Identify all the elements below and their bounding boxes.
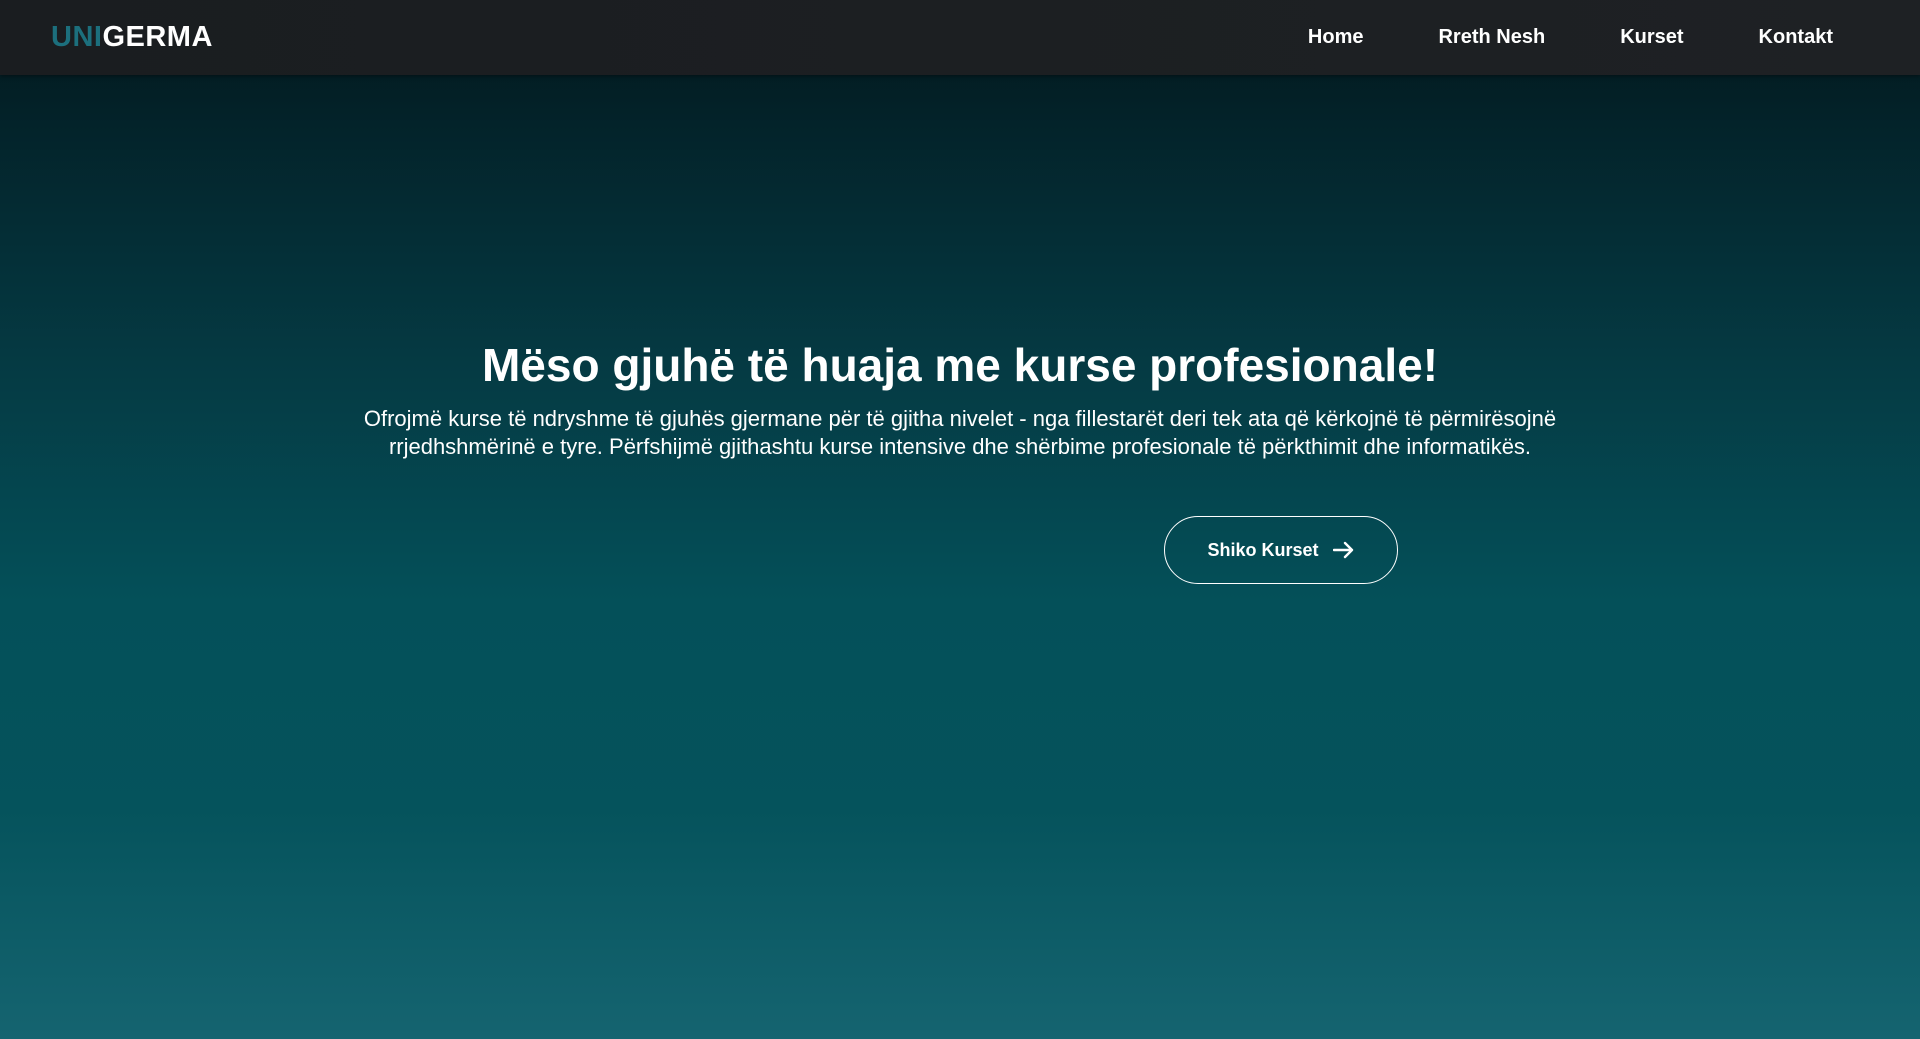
nav-link-contact[interactable]: Kontakt bbox=[1759, 26, 1833, 49]
logo-main-text: GERMA bbox=[102, 21, 213, 53]
nav-link-home[interactable]: Home bbox=[1308, 26, 1364, 49]
logo-accent-text: UNI bbox=[51, 21, 103, 53]
site-logo[interactable]: UNI GERMA bbox=[51, 19, 213, 55]
hero-title: Mëso gjuhë të huaja me kurse profesional… bbox=[481, 339, 1439, 391]
hero-description: Ofrojmë kurse të ndryshme të gjuhës gjer… bbox=[363, 406, 1557, 459]
nav-link-courses[interactable]: Kurset bbox=[1620, 26, 1683, 49]
view-courses-button[interactable]: Shiko Kurset bbox=[1164, 516, 1398, 584]
hero-section: Mëso gjuhë të huaja me kurse profesional… bbox=[0, 75, 1920, 1039]
navbar: UNI GERMA Home Rreth Nesh Kurset Kontakt bbox=[0, 0, 1920, 75]
view-courses-button-label: Shiko Kurset bbox=[1207, 539, 1319, 560]
arrow-right-icon bbox=[1332, 541, 1353, 559]
nav-link-about[interactable]: Rreth Nesh bbox=[1438, 26, 1545, 49]
main-nav: Home Rreth Nesh Kurset Kontakt bbox=[1308, 0, 1833, 75]
